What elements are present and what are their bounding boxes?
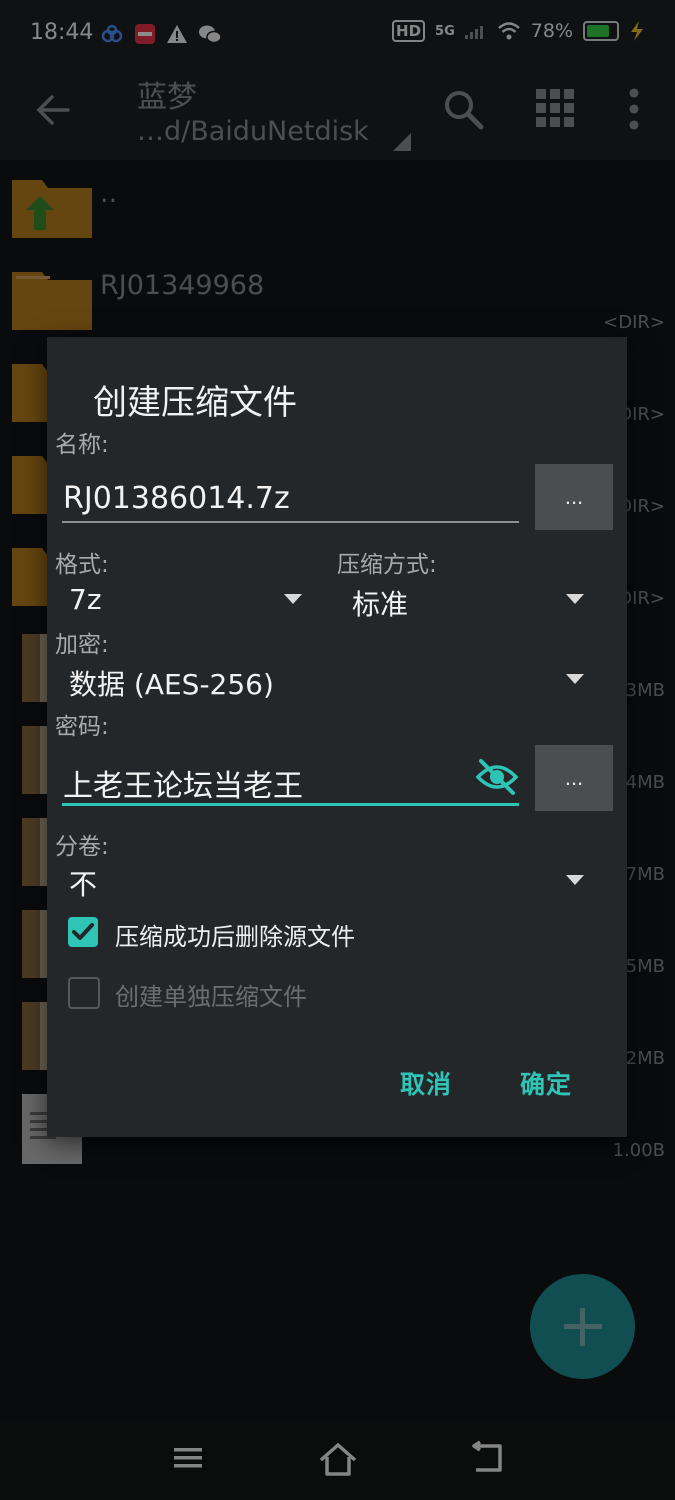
separate-archives-checkbox[interactable] <box>68 977 100 1009</box>
visibility-off-icon[interactable] <box>475 757 519 797</box>
dialog-title: 创建压缩文件 <box>93 383 297 423</box>
password-browse-button[interactable]: ... <box>535 745 613 811</box>
password-underline <box>62 803 519 806</box>
format-label: 格式: <box>55 552 109 578</box>
separate-archives-label[interactable]: 创建单独压缩文件 <box>115 977 307 1012</box>
delete-source-label[interactable]: 压缩成功后删除源文件 <box>115 917 355 952</box>
name-label: 名称: <box>55 432 109 458</box>
split-dropdown-icon[interactable] <box>566 875 584 885</box>
password-field[interactable]: 上老王论坛当老王 <box>63 761 303 805</box>
method-label: 压缩方式: <box>337 552 437 578</box>
check-icon <box>72 923 94 940</box>
encrypt-label: 加密: <box>55 632 109 658</box>
delete-source-checkbox[interactable] <box>68 917 98 947</box>
password-label: 密码: <box>55 714 109 740</box>
archive-name-field[interactable]: RJ01386014.7z <box>63 481 290 516</box>
create-archive-dialog: 创建压缩文件 名称: RJ01386014.7z ... 格式: 7z 压缩方式… <box>47 337 627 1137</box>
encrypt-dropdown-icon[interactable] <box>566 674 584 684</box>
method-dropdown-icon[interactable] <box>566 594 584 604</box>
name-underline <box>62 521 519 523</box>
browse-button[interactable]: ... <box>535 464 613 530</box>
ok-button[interactable]: 确定 <box>520 1065 572 1101</box>
format-dropdown-icon[interactable] <box>284 594 302 604</box>
split-label: 分卷: <box>55 834 109 860</box>
cancel-button[interactable]: 取消 <box>400 1065 452 1101</box>
split-select[interactable]: 不 <box>69 863 97 903</box>
encrypt-select[interactable]: 数据 (AES-256) <box>69 663 274 703</box>
format-select[interactable]: 7z <box>69 583 102 616</box>
method-select[interactable]: 标准 <box>352 583 408 623</box>
